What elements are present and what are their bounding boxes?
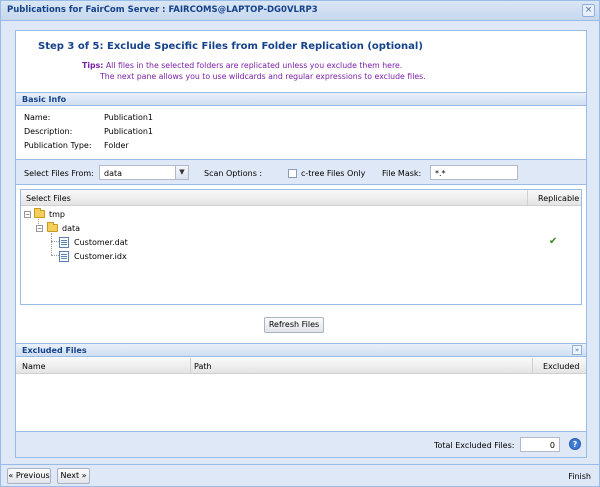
col-replicable[interactable]: Replicable — [538, 194, 579, 203]
ctree-only-label: c-tree Files Only — [301, 169, 366, 178]
tips-line-2: The next pane allows you to use wildcard… — [100, 72, 426, 81]
tree-node-label: tmp — [49, 210, 66, 219]
col-name[interactable]: Name — [22, 362, 46, 371]
folder-icon — [47, 222, 58, 232]
wizard-window: Publications for FairCom Server : FAIRCO… — [0, 0, 600, 487]
scan-options-label: Scan Options : — [204, 169, 263, 178]
info-row-name: Name: Publication1 — [24, 113, 153, 122]
tree-row[interactable]: Customer.dat ✔ — [21, 236, 581, 250]
select-files-grid: Select Files Replicable − tmp − data Cus… — [20, 189, 582, 305]
info-value: Folder — [104, 141, 129, 150]
column-separator — [532, 358, 533, 373]
select-from-dropdown[interactable]: data ▼ — [99, 165, 189, 180]
column-separator — [190, 358, 191, 373]
info-value: Publication1 — [104, 113, 153, 122]
file-mask-label: File Mask: — [382, 169, 422, 178]
grid-header: Name Path Excluded — [16, 358, 586, 374]
folder-icon — [34, 208, 45, 218]
next-button[interactable]: Next » — [57, 468, 90, 484]
file-icon — [59, 237, 69, 248]
file-mask-input[interactable]: *.* — [430, 165, 518, 180]
total-excluded-label: Total Excluded Files: — [434, 441, 515, 450]
info-key: Name: — [24, 113, 51, 122]
check-icon: ✔ — [549, 236, 558, 247]
dropdown-arrow-icon[interactable]: ▼ — [175, 166, 188, 179]
basic-info-title: Basic Info — [22, 95, 67, 104]
tree-row[interactable]: − data — [21, 222, 581, 236]
select-from-label: Select Files From: — [24, 169, 94, 178]
info-row-type: Publication Type: Folder — [24, 141, 129, 150]
close-icon[interactable]: × — [582, 4, 595, 17]
tips-text: Tips: All files in the selected folders … — [82, 60, 426, 82]
window-title: Publications for FairCom Server : FAIRCO… — [7, 5, 318, 15]
collapse-icon[interactable]: » — [572, 345, 582, 355]
tree-node-label: Customer.dat — [74, 238, 128, 247]
excluded-files-grid: Name Path Excluded — [16, 358, 586, 433]
step-title: Step 3 of 5: Exclude Specific Files from… — [38, 41, 423, 52]
tree-node-label: Customer.idx — [74, 252, 127, 261]
filter-toolbar: Select Files From: data ▼ Scan Options :… — [16, 159, 586, 185]
basic-info-header: Basic Info — [16, 92, 586, 106]
column-separator — [527, 190, 528, 205]
tree-node-label: data — [62, 224, 81, 233]
info-key: Publication Type: — [24, 141, 92, 150]
basic-info-panel: Name: Publication1 Description: Publicatio… — [16, 109, 586, 155]
tree-row[interactable]: − tmp — [21, 208, 581, 222]
title-bar: Publications for FairCom Server : FAIRCO… — [1, 1, 599, 21]
total-excluded-value: 0 — [549, 441, 555, 450]
col-select-files[interactable]: Select Files — [26, 194, 71, 203]
collapse-toggle[interactable]: − — [36, 225, 43, 232]
previous-button[interactable]: « Previous — [7, 468, 51, 484]
wizard-content: Step 3 of 5: Exclude Specific Files from… — [15, 30, 587, 458]
info-row-description: Description: Publication1 — [24, 127, 153, 136]
info-key: Description: — [24, 127, 73, 136]
col-path[interactable]: Path — [194, 362, 212, 371]
excluded-files-title: Excluded Files — [22, 346, 87, 355]
step-header: Step 3 of 5: Exclude Specific Files from… — [16, 31, 586, 91]
info-value: Publication1 — [104, 127, 153, 136]
file-icon — [59, 251, 69, 262]
refresh-files-button[interactable]: Refresh Files — [264, 317, 324, 333]
file-mask-value: *.* — [435, 169, 446, 178]
select-from-value: data — [104, 169, 123, 178]
total-bar: Total Excluded Files: 0 ? — [16, 431, 586, 457]
tree-row[interactable]: Customer.idx — [21, 250, 581, 264]
excluded-files-header: Excluded Files » — [16, 343, 586, 357]
tips-label: Tips: — [82, 61, 104, 70]
help-icon[interactable]: ? — [569, 438, 581, 450]
total-excluded-field: 0 — [520, 437, 560, 452]
collapse-toggle[interactable]: − — [24, 211, 31, 218]
grid-header: Select Files Replicable — [21, 190, 581, 206]
finish-button[interactable]: Finish — [568, 472, 591, 481]
col-excluded[interactable]: Excluded — [543, 362, 579, 371]
ctree-only-checkbox[interactable] — [288, 169, 297, 178]
wizard-footer: « Previous Next » Finish — [1, 464, 599, 486]
tips-line-1: All files in the selected folders are re… — [105, 61, 403, 70]
